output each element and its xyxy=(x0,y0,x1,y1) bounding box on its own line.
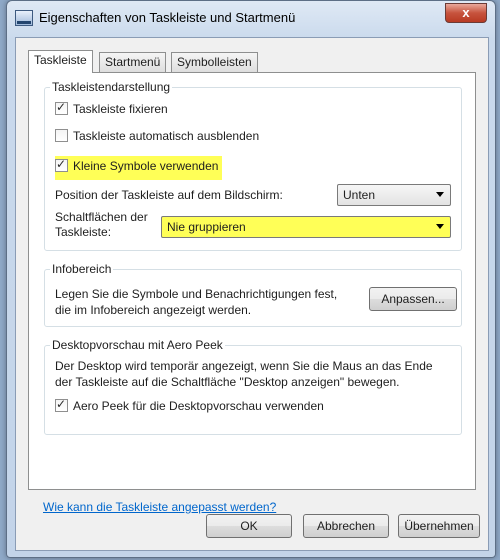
aero-peek-option[interactable]: Aero Peek für die Desktopvorschau verwen… xyxy=(55,397,324,417)
help-link[interactable]: Wie kann die Taskleiste angepasst werden… xyxy=(43,500,276,514)
buttons-value: Nie gruppieren xyxy=(167,220,246,234)
chevron-down-icon xyxy=(436,224,444,229)
aero-peek-label: Aero Peek für die Desktopvorschau verwen… xyxy=(73,399,324,413)
dialog-client: Taskleiste Startmenü Symbolleisten Taskl… xyxy=(15,37,489,551)
lock-taskbar-option[interactable]: Taskleiste fixieren xyxy=(55,100,168,120)
cancel-button[interactable]: Abbrechen xyxy=(303,514,389,538)
notification-group-title: Infobereich xyxy=(50,262,114,276)
window-title: Eigenschaften von Taskleiste und Startme… xyxy=(39,10,296,25)
close-button[interactable]: x xyxy=(445,3,487,23)
tab-panel: Taskleistendarstellung Taskleiste fixier… xyxy=(28,72,476,514)
peek-group: Desktopvorschau mit Aero Peek Der Deskto… xyxy=(44,338,462,435)
appearance-group: Taskleistendarstellung Taskleiste fixier… xyxy=(44,80,462,251)
buttons-label-line2: Taskleiste: xyxy=(55,225,112,239)
notification-text-line2: die im Infobereich angezeigt werden. xyxy=(55,303,252,317)
customize-button[interactable]: Anpassen... xyxy=(369,287,457,311)
buttons-dropdown[interactable]: Nie gruppieren xyxy=(161,216,451,238)
tab-taskleiste[interactable]: Taskleiste xyxy=(28,50,93,73)
tab-symbolleisten[interactable]: Symbolleisten xyxy=(171,52,258,72)
tab-startmenu[interactable]: Startmenü xyxy=(99,52,167,72)
small-icons-option[interactable]: Kleine Symbole verwenden xyxy=(55,156,223,180)
autohide-checkbox[interactable] xyxy=(55,129,68,142)
title-bar[interactable]: Eigenschaften von Taskleiste und Startme… xyxy=(7,1,495,35)
ok-button[interactable]: OK xyxy=(206,514,292,538)
peek-text-line2: der Taskleiste auf die Schaltfläche "Des… xyxy=(55,375,400,389)
chevron-down-icon xyxy=(436,192,444,197)
aero-peek-checkbox[interactable] xyxy=(55,397,68,412)
autohide-option[interactable]: Taskleiste automatisch ausblenden xyxy=(55,129,259,147)
peek-text-line1: Der Desktop wird temporär angezeigt, wen… xyxy=(55,359,433,373)
position-value: Unten xyxy=(343,188,376,202)
notification-group: Infobereich Legen Sie die Symbole und Be… xyxy=(44,262,462,327)
small-icons-label: Kleine Symbole verwenden xyxy=(73,159,219,173)
lock-taskbar-checkbox[interactable] xyxy=(55,100,68,115)
small-icons-checkbox[interactable] xyxy=(55,157,68,172)
apply-button[interactable]: Übernehmen xyxy=(398,514,480,538)
autohide-label: Taskleiste automatisch ausblenden xyxy=(73,129,260,143)
notification-text-line1: Legen Sie die Symbole und Benachrichtigu… xyxy=(55,287,338,301)
position-label: Position der Taskleiste auf dem Bildschi… xyxy=(55,188,283,202)
properties-window: Eigenschaften von Taskleiste und Startme… xyxy=(6,0,496,558)
peek-group-title: Desktopvorschau mit Aero Peek xyxy=(50,338,225,352)
buttons-label-line1: Schaltflächen der xyxy=(55,210,148,224)
lock-taskbar-label: Taskleiste fixieren xyxy=(73,102,168,116)
appearance-group-title: Taskleistendarstellung xyxy=(50,80,173,94)
position-dropdown[interactable]: Unten xyxy=(337,184,451,206)
taskbar-icon xyxy=(15,10,33,26)
